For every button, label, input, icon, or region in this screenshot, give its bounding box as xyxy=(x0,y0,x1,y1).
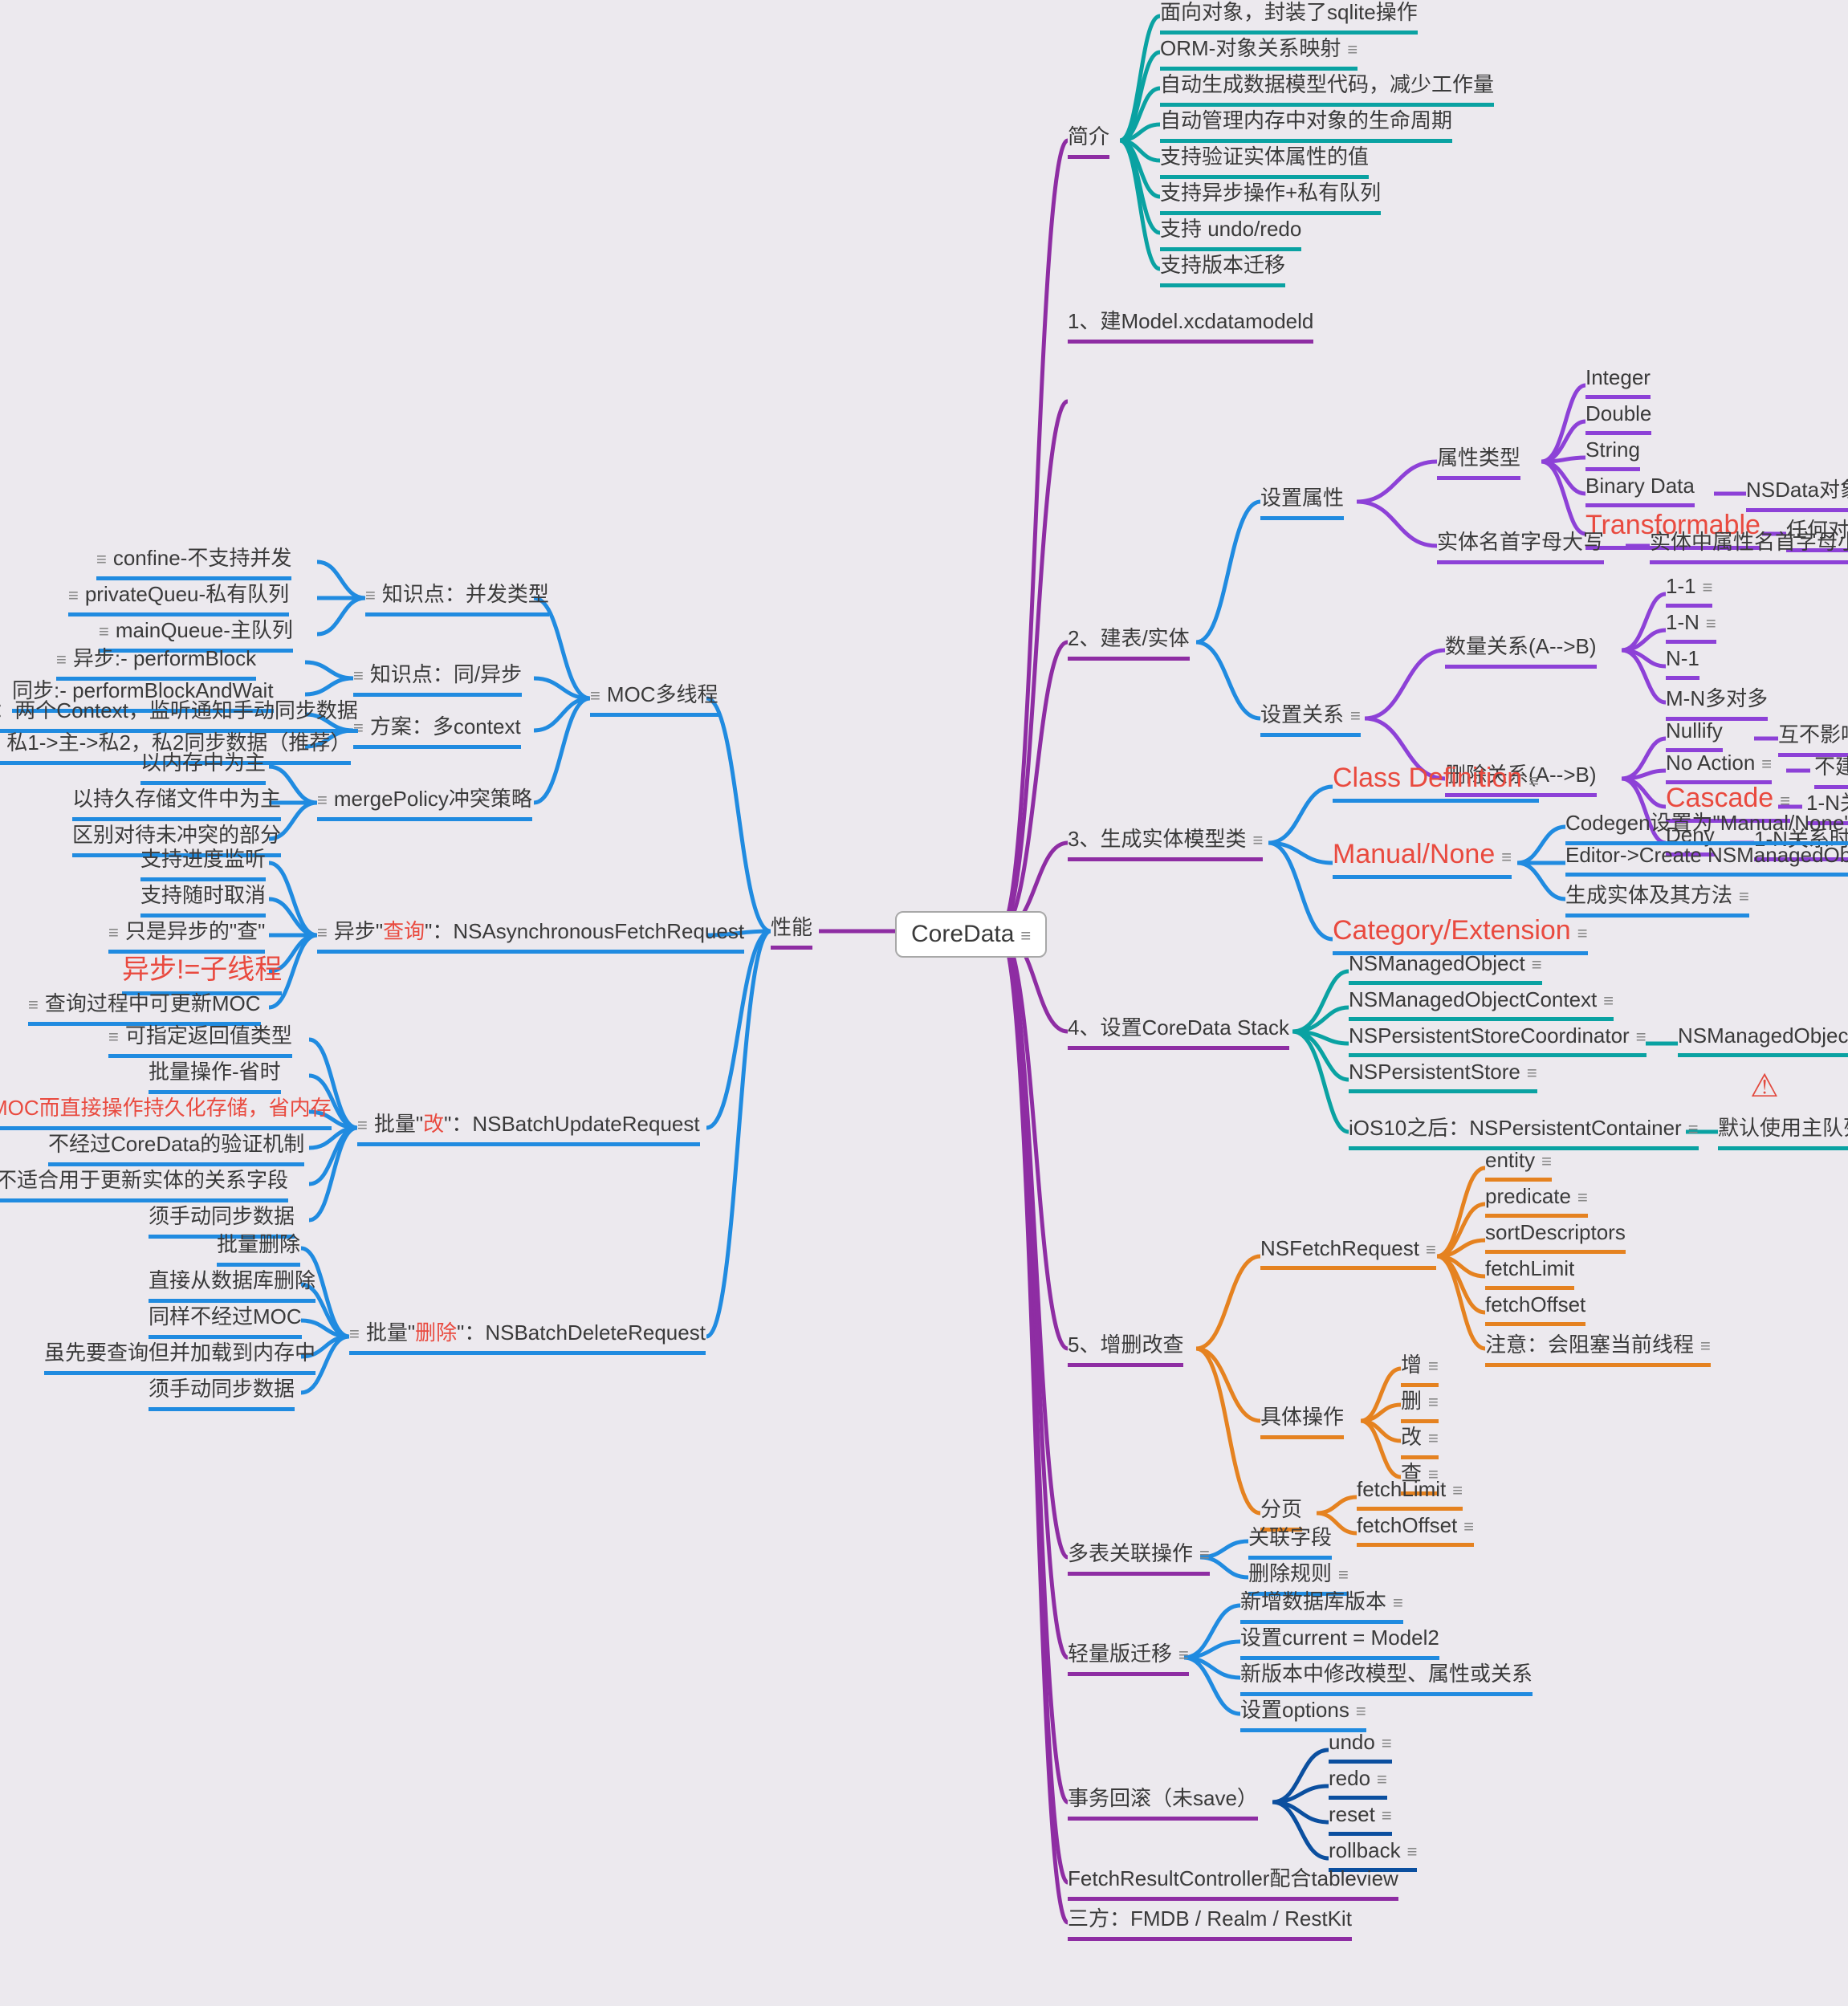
stack-psc: NSPersistentStoreCoordinator≡ xyxy=(1349,1023,1647,1057)
del-noaction-note: 不建议用 xyxy=(1814,751,1848,789)
intro-3: 自动管理内存中对象的生命周期 xyxy=(1160,104,1452,143)
mig-2: 新版本中修改模型、属性或关系 xyxy=(1240,1658,1533,1696)
del-noaction: No Action≡ xyxy=(1666,751,1772,784)
mig-1: 设置current = Model2 xyxy=(1240,1621,1439,1660)
crud-ops[interactable]: 具体操作 xyxy=(1260,1401,1344,1439)
intro-5: 支持异步操作+私有队列 xyxy=(1160,177,1381,215)
moc-mg-1: 以持久存储文件中为主 xyxy=(72,783,281,821)
branch-frc[interactable]: FetchResultController配合tableview xyxy=(1068,1862,1398,1901)
count-n1: N-1 xyxy=(1666,646,1699,680)
rb-redo: redo≡ xyxy=(1329,1766,1387,1800)
async-q[interactable]: ≡异步"查询"：NSAsynchronousFetchRequest xyxy=(317,915,744,954)
moc-k2[interactable]: ≡知识点：同/异步 xyxy=(353,658,522,697)
bd-0: 批量删除 xyxy=(217,1228,300,1267)
op-d: 删≡ xyxy=(1401,1385,1439,1423)
del-nullify: Nullify xyxy=(1666,718,1723,752)
node-attr-type[interactable]: 属性类型 xyxy=(1437,441,1520,480)
gen-manual[interactable]: Manual/None≡ xyxy=(1333,839,1512,879)
node-set-attr[interactable]: 设置属性 xyxy=(1260,482,1344,520)
count-11: 1-1≡ xyxy=(1666,574,1712,608)
stack-mom: NSManagedObjectModel≡ xyxy=(1678,1023,1848,1057)
gen-manual-0: Codegen设置为"Manual/None" xyxy=(1565,807,1848,845)
branch-crud[interactable]: 5、增删改查 xyxy=(1068,1329,1183,1367)
stack-moc: NSManagedObjectContext≡ xyxy=(1349,987,1614,1021)
intro-0: 面向对象，封装了sqlite操作 xyxy=(1160,0,1418,35)
name-rule-1: 实体名首字母大写 xyxy=(1437,526,1604,564)
type-binary: Binary Data xyxy=(1585,474,1695,507)
gen-manual-2: 生成实体及其方法≡ xyxy=(1565,879,1749,918)
node-set-rel[interactable]: 设置关系≡ xyxy=(1260,698,1361,737)
intro-1: ORM-对象关系映射≡ xyxy=(1160,32,1358,71)
intro-7: 支持版本迁移 xyxy=(1160,249,1285,287)
mig-0: 新增数据库版本≡ xyxy=(1240,1585,1403,1624)
fr-predicate: predicate≡ xyxy=(1485,1184,1588,1218)
moc-k1-0: ≡confine-不支持并发 xyxy=(96,542,291,580)
bu-2: 不经过MOC而直接操作持久化存储，省内存 xyxy=(0,1092,332,1130)
aq-0: 支持进度监听 xyxy=(140,843,266,881)
batch-u[interactable]: ≡批量"改"：NSBatchUpdateRequest xyxy=(357,1108,700,1146)
stack-mo: NSManagedObject≡ xyxy=(1349,951,1542,985)
moc-k1[interactable]: ≡知识点：并发类型 xyxy=(365,578,549,616)
fr-entity: entity≡ xyxy=(1485,1148,1552,1182)
fr-sort: sortDescriptors xyxy=(1485,1220,1626,1254)
count-1n: 1-N≡ xyxy=(1666,610,1716,644)
branch-gen-class[interactable]: 3、生成实体模型类≡ xyxy=(1068,823,1263,861)
name-rule-2: 实体中属性名首字母小写 xyxy=(1650,526,1848,564)
type-integer: Integer xyxy=(1585,365,1651,399)
mig-3: 设置options≡ xyxy=(1240,1694,1366,1732)
bd-3: 虽先要查询但并加载到内存中 xyxy=(44,1337,315,1375)
intro-6: 支持 undo/redo xyxy=(1160,213,1301,251)
stack-ios10-note: 默认使用主队列Moc≡ xyxy=(1718,1112,1848,1150)
page-limit: fetchLimit≡ xyxy=(1357,1477,1463,1511)
intro-2: 自动生成数据模型代码，减少工作量 xyxy=(1160,68,1494,107)
branch-third[interactable]: 三方：FMDB / Realm / RestKit xyxy=(1068,1902,1352,1941)
gen-catext: Category/Extension≡ xyxy=(1333,915,1588,955)
bu-4: 不适合用于更新实体的关系字段 xyxy=(0,1164,288,1202)
batch-d[interactable]: ≡批量"删除"：NSBatchDeleteRequest xyxy=(349,1316,706,1355)
rb-reset: reset≡ xyxy=(1329,1802,1392,1836)
type-binary-note: NSData对象≡ xyxy=(1746,474,1848,512)
count-mn: M-N多对多 xyxy=(1666,682,1768,721)
moc-k1-1: ≡privateQueu-私有队列 xyxy=(68,578,289,616)
bu-3: 不经过CoreData的验证机制 xyxy=(48,1128,304,1166)
branch-model[interactable]: 1、建Model.xcdatamodeld xyxy=(1068,305,1313,344)
type-double: Double xyxy=(1585,401,1651,435)
branch-multi[interactable]: 多表关联操作≡ xyxy=(1068,1537,1210,1576)
moc-mg-0: 以内存中为主 xyxy=(140,747,266,785)
bd-1: 直接从数据库删除 xyxy=(149,1264,315,1303)
op-c: 增≡ xyxy=(1401,1349,1439,1387)
crud-fetchreq[interactable]: NSFetchRequest≡ xyxy=(1260,1236,1436,1270)
moc-branch[interactable]: ≡MOC多线程 xyxy=(590,678,718,717)
gen-manual-1: Editor->Create NSManagedObject Subclass xyxy=(1565,843,1848,877)
branch-entity[interactable]: 2、建表/实体 xyxy=(1068,622,1190,661)
gen-classdef: Class Definition≡ xyxy=(1333,763,1539,803)
branch-migrate[interactable]: 轻量版迁移≡ xyxy=(1068,1638,1189,1676)
page-offset: fetchOffset≡ xyxy=(1357,1513,1474,1547)
rb-undo: undo≡ xyxy=(1329,1730,1392,1764)
branch-rollback[interactable]: 事务回滚（未save） xyxy=(1068,1782,1258,1821)
moc-plan[interactable]: ≡方案：多context xyxy=(353,710,521,749)
fr-block: 注意：会阻塞当前线程≡ xyxy=(1485,1329,1711,1367)
aq-1: 支持随时取消 xyxy=(140,879,266,918)
bd-2: 同样不经过MOC xyxy=(149,1300,302,1339)
fr-limit: fetchLimit xyxy=(1485,1256,1574,1290)
branch-perf[interactable]: 性能 xyxy=(771,911,812,950)
op-u: 改≡ xyxy=(1401,1421,1439,1459)
warning-icon: ⚠︎ xyxy=(1750,1068,1779,1105)
moc-merge[interactable]: ≡mergePolicy冲突策略 xyxy=(317,783,532,821)
stack-ps: NSPersistentStore≡ xyxy=(1349,1060,1537,1093)
branch-stack[interactable]: 4、设置CoreData Stack xyxy=(1068,1011,1289,1050)
fr-offset: fetchOffset xyxy=(1485,1292,1585,1326)
branch-intro[interactable]: 简介 xyxy=(1068,120,1109,159)
bu-1: 批量操作-省时 xyxy=(149,1056,281,1094)
multi-0: 关联字段 xyxy=(1248,1521,1332,1560)
bd-4: 须手动同步数据 xyxy=(149,1373,295,1411)
root-node[interactable]: CoreData≡ xyxy=(895,911,1047,958)
mindmap-canvas: CoreData≡ 简介 面向对象，封装了sqlite操作 ORM-对象关系映射… xyxy=(0,0,1848,2006)
intro-4: 支持验证实体属性的值 xyxy=(1160,140,1369,179)
stack-ios10: iOS10之后：NSPersistentContainer≡ xyxy=(1349,1112,1699,1150)
count-rel[interactable]: 数量关系(A-->B) xyxy=(1445,630,1597,669)
type-string: String xyxy=(1585,437,1640,471)
bu-0: ≡可指定返回值类型 xyxy=(108,1019,292,1058)
